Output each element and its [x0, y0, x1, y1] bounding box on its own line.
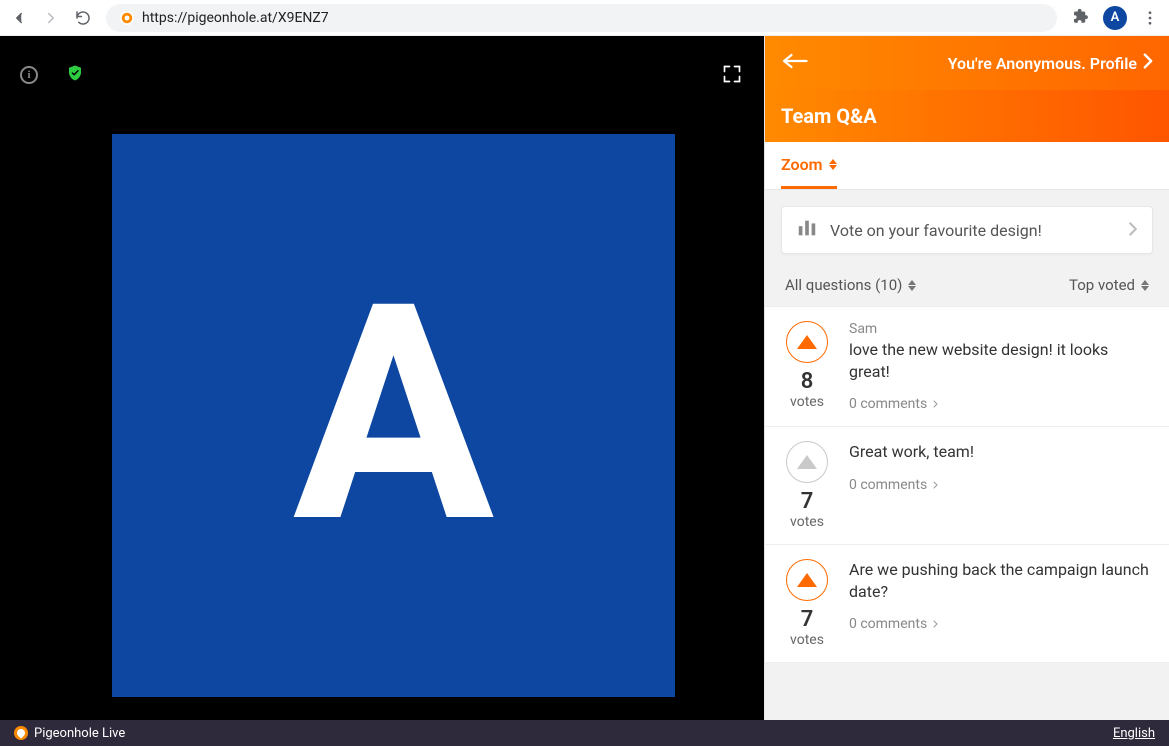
avatar-letter: A	[1111, 10, 1120, 25]
question-item: 7votes Are we pushing back the campaign l…	[765, 545, 1169, 663]
panel-tabs: Zoom	[765, 142, 1169, 190]
panel-back-button[interactable]	[781, 51, 811, 75]
panel-body: Vote on your favourite design! All quest…	[765, 190, 1169, 720]
sort-icon	[908, 280, 916, 291]
vote-column: 7votes	[783, 441, 831, 530]
questions-list: 8votesSamlove the new website design! it…	[765, 306, 1169, 663]
question-item: 7votes Great work, team! 0 comments	[765, 427, 1169, 545]
panel-title: Team Q&A	[781, 104, 877, 128]
comments-count: 0 comments	[849, 396, 927, 412]
comments-link[interactable]: 0 comments	[849, 477, 941, 493]
panel-top-bar: You're Anonymous. Profile	[765, 36, 1169, 90]
footer-brand-text: Pigeonhole Live	[34, 726, 125, 741]
panel-title-bar: Team Q&A	[765, 90, 1169, 142]
filter-right-label: Top voted	[1069, 276, 1135, 294]
profile-link-text: You're Anonymous. Profile	[948, 54, 1137, 73]
question-text: Are we pushing back the campaign launch …	[849, 559, 1151, 602]
upvote-button[interactable]	[786, 559, 828, 601]
chevron-right-icon	[1143, 53, 1153, 73]
question-text: Great work, team!	[849, 441, 1151, 463]
browser-menu-icon[interactable]	[1141, 9, 1159, 27]
brand-logo-icon	[14, 726, 28, 740]
question-item: 8votes Sam love the new website design! it…	[765, 306, 1169, 427]
filter-top-voted[interactable]: Top voted	[1069, 276, 1149, 294]
vote-count: 8	[801, 369, 814, 394]
language-label: English	[1113, 726, 1155, 741]
sort-icon	[1141, 280, 1149, 291]
filter-left-label: All questions (10)	[785, 276, 902, 294]
vote-label: votes	[790, 514, 824, 530]
upvote-triangle-icon	[797, 455, 817, 469]
question-author: Sam	[849, 321, 1151, 337]
vote-label: votes	[790, 632, 824, 648]
question-body: Sam love the new website design! it looks…	[849, 321, 1151, 412]
site-favicon-icon	[120, 11, 134, 25]
question-body: Are we pushing back the campaign launch …	[849, 559, 1151, 648]
upvote-triangle-icon	[797, 573, 817, 587]
comments-link[interactable]: 0 comments	[849, 396, 941, 412]
address-url: https://pigeonhole.at/X9ENZ7	[142, 10, 329, 26]
vote-count: 7	[801, 607, 814, 632]
chevron-right-icon	[931, 619, 941, 629]
poll-icon	[796, 217, 818, 243]
browser-toolbar: https://pigeonhole.at/X9ENZ7 A	[0, 0, 1169, 36]
video-stage: i A Ashley	[0, 36, 764, 720]
vote-count: 7	[801, 489, 814, 514]
question-text: love the new website design! it looks gr…	[849, 339, 1151, 382]
chevron-right-icon	[931, 480, 941, 490]
filter-all-questions[interactable]: All questions (10)	[785, 276, 916, 294]
qa-panel: You're Anonymous. Profile Team Q&A Zoom …	[764, 36, 1169, 720]
vote-label: votes	[790, 394, 824, 410]
fullscreen-icon[interactable]	[722, 64, 742, 84]
footer-bar: Pigeonhole Live English	[0, 720, 1169, 746]
vote-column: 7votes	[783, 559, 831, 648]
presenter-tile: A	[112, 134, 675, 697]
filter-row: All questions (10) Top voted	[765, 270, 1169, 306]
question-body: Great work, team! 0 comments	[849, 441, 1151, 530]
extensions-icon[interactable]	[1071, 7, 1089, 29]
comments-link[interactable]: 0 comments	[849, 616, 941, 632]
comments-count: 0 comments	[849, 477, 927, 493]
reload-button[interactable]	[74, 9, 92, 27]
sort-icon	[829, 159, 837, 170]
presenter-initial: A	[293, 266, 495, 566]
vote-column: 8votes	[783, 321, 831, 412]
info-icon[interactable]: i	[20, 66, 38, 84]
upvote-button[interactable]	[786, 441, 828, 483]
footer-brand[interactable]: Pigeonhole Live	[14, 726, 125, 741]
poll-banner[interactable]: Vote on your favourite design!	[781, 206, 1153, 254]
chevron-right-icon	[931, 399, 941, 409]
main-viewport: i A Ashley You're Anonymous. Profile Tea…	[0, 36, 1169, 720]
tab-zoom[interactable]: Zoom	[781, 142, 837, 189]
upvote-button[interactable]	[786, 321, 828, 363]
security-shield-icon[interactable]	[66, 64, 84, 86]
profile-link[interactable]: You're Anonymous. Profile	[948, 53, 1153, 73]
chevron-right-icon	[1128, 221, 1138, 240]
back-button[interactable]	[10, 9, 28, 27]
poll-banner-text: Vote on your favourite design!	[830, 221, 1042, 240]
address-bar[interactable]: https://pigeonhole.at/X9ENZ7	[106, 4, 1057, 32]
upvote-triangle-icon	[797, 335, 817, 349]
profile-avatar[interactable]: A	[1103, 6, 1127, 30]
tab-label: Zoom	[781, 155, 823, 174]
language-selector[interactable]: English	[1113, 726, 1155, 741]
comments-count: 0 comments	[849, 616, 927, 632]
forward-button	[42, 9, 60, 27]
